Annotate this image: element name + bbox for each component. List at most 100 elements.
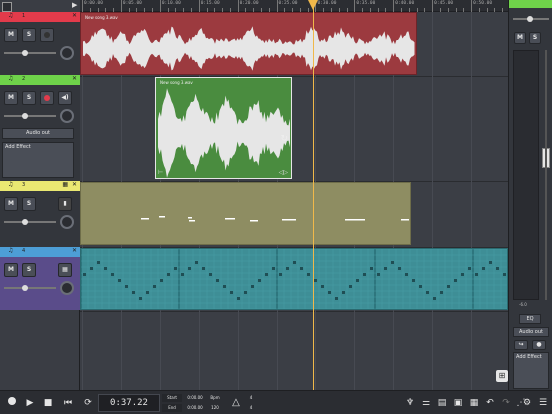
volume-slider[interactable] bbox=[4, 221, 56, 223]
mixer-icon[interactable]: ⚌ bbox=[418, 395, 434, 411]
midi-note[interactable] bbox=[405, 273, 408, 276]
midi-note[interactable] bbox=[167, 273, 170, 276]
solo-button[interactable]: S bbox=[22, 28, 36, 42]
midi-note[interactable] bbox=[118, 279, 121, 282]
track-color-strip[interactable]: ♫ 3 ▦ ✕ bbox=[0, 181, 80, 191]
collapse-arrow-icon[interactable]: ▶ bbox=[72, 1, 77, 9]
midi-note[interactable] bbox=[426, 291, 429, 294]
midi-note[interactable] bbox=[377, 273, 380, 276]
audio-output-button[interactable]: Audio out bbox=[2, 128, 74, 139]
instrument-button[interactable]: ▮ bbox=[58, 197, 72, 211]
midi-note[interactable] bbox=[335, 297, 338, 300]
close-icon[interactable]: ✕ bbox=[72, 75, 77, 82]
midi-note[interactable] bbox=[104, 267, 107, 270]
time-signature-bottom[interactable]: 4 bbox=[246, 404, 256, 412]
midi-note[interactable] bbox=[356, 279, 359, 282]
midi-note[interactable] bbox=[286, 267, 289, 270]
midi-note[interactable] bbox=[433, 297, 436, 300]
close-icon[interactable]: ✕ bbox=[72, 12, 77, 19]
start-value[interactable]: 0:00.00 bbox=[184, 394, 206, 402]
midi-note[interactable] bbox=[370, 267, 373, 270]
gear-icon[interactable]: ⚙ bbox=[519, 395, 535, 411]
track-color-strip[interactable]: ♫ 4 ✕ bbox=[0, 247, 80, 257]
midi-note[interactable] bbox=[489, 261, 492, 264]
redo-icon[interactable]: ↷ bbox=[498, 395, 514, 411]
midi-note[interactable] bbox=[216, 279, 219, 282]
midi-note[interactable] bbox=[153, 285, 156, 288]
mixer-toggle-icon[interactable]: ⊞ bbox=[496, 370, 508, 382]
send-button[interactable]: ↪ bbox=[514, 340, 528, 350]
stop-button[interactable]: ■ bbox=[40, 395, 56, 411]
mixer-output-button[interactable]: Audio out bbox=[513, 327, 549, 337]
drum-pad-button[interactable]: ▦ bbox=[58, 263, 72, 277]
volume-slider[interactable] bbox=[4, 115, 56, 117]
midi-note[interactable] bbox=[475, 273, 478, 276]
midi-note[interactable] bbox=[90, 267, 93, 270]
midi-note[interactable] bbox=[363, 273, 366, 276]
midi-note[interactable] bbox=[391, 261, 394, 264]
midi-note[interactable] bbox=[454, 279, 457, 282]
midi-note[interactable] bbox=[461, 273, 464, 276]
midi-note[interactable] bbox=[349, 285, 352, 288]
track-color-strip[interactable]: ♫ 2 ✕ bbox=[0, 75, 80, 85]
midi-note[interactable] bbox=[314, 279, 317, 282]
audio-clip-track-2[interactable]: New song 3.wav ↻ ◁▷ ⊢ bbox=[155, 77, 292, 179]
mixer-mute-button[interactable]: M bbox=[514, 32, 526, 44]
midi-note[interactable] bbox=[160, 279, 163, 282]
midi-note[interactable] bbox=[419, 285, 422, 288]
keyboard-icon[interactable]: ▦ bbox=[62, 181, 68, 188]
mute-button[interactable]: M bbox=[4, 263, 18, 277]
close-icon[interactable]: ✕ bbox=[72, 247, 77, 254]
tuner-icon[interactable]: ♆ bbox=[402, 395, 418, 411]
midi-clip-track-4[interactable] bbox=[80, 248, 508, 310]
play-button[interactable]: ▶ bbox=[22, 395, 38, 411]
midi-note[interactable] bbox=[272, 267, 275, 270]
midi-note[interactable] bbox=[223, 285, 226, 288]
mute-button[interactable]: M bbox=[4, 197, 18, 211]
midi-note[interactable] bbox=[230, 291, 233, 294]
midi-note[interactable] bbox=[174, 267, 177, 270]
eq-button[interactable]: EQ bbox=[519, 314, 541, 324]
midi-note[interactable] bbox=[342, 291, 345, 294]
rewind-button[interactable]: ⏮ bbox=[60, 395, 76, 411]
midi-note[interactable] bbox=[209, 273, 212, 276]
track-color-strip[interactable]: ♫ 1 ✕ bbox=[0, 12, 80, 22]
midi-note[interactable] bbox=[496, 267, 499, 270]
file-icon[interactable]: ▣ bbox=[450, 395, 466, 411]
playhead[interactable] bbox=[313, 8, 314, 390]
solo-button[interactable]: S bbox=[22, 263, 36, 277]
midi-note[interactable] bbox=[202, 267, 205, 270]
midi-note[interactable] bbox=[300, 267, 303, 270]
track-name[interactable]: 4 bbox=[22, 248, 25, 254]
midi-note[interactable] bbox=[97, 261, 100, 264]
solo-button[interactable]: S bbox=[22, 197, 36, 211]
solo-button[interactable]: S bbox=[22, 91, 36, 105]
midi-note[interactable] bbox=[244, 291, 247, 294]
pan-knob[interactable] bbox=[60, 46, 74, 60]
insert-button[interactable]: ● bbox=[532, 340, 546, 350]
track-header-4[interactable]: ♫ 4 ✕ M S ▦ bbox=[0, 247, 80, 310]
midi-note[interactable] bbox=[139, 297, 142, 300]
midi-note[interactable] bbox=[321, 285, 324, 288]
midi-note[interactable] bbox=[482, 267, 485, 270]
midi-note[interactable] bbox=[279, 273, 282, 276]
record-arm-button[interactable] bbox=[40, 91, 54, 105]
track-settings-icon[interactable]: ▦ bbox=[466, 395, 482, 411]
record-arm-button[interactable] bbox=[40, 28, 54, 42]
metronome-icon[interactable]: △ bbox=[228, 395, 244, 411]
midi-note[interactable] bbox=[83, 273, 86, 276]
loop-icon[interactable]: ↻ bbox=[280, 134, 288, 144]
mute-button[interactable]: M bbox=[4, 28, 18, 42]
mute-button[interactable]: M bbox=[4, 91, 18, 105]
time-signature-top[interactable]: 4 bbox=[246, 394, 256, 402]
midi-note[interactable] bbox=[258, 279, 261, 282]
midi-note[interactable] bbox=[398, 267, 401, 270]
midi-note[interactable] bbox=[468, 267, 471, 270]
mixer-add-effect-button[interactable]: Add Effect bbox=[513, 352, 549, 389]
midi-note[interactable] bbox=[111, 273, 114, 276]
midi-note[interactable] bbox=[132, 291, 135, 294]
volume-slider[interactable] bbox=[4, 287, 56, 289]
midi-note[interactable] bbox=[412, 279, 415, 282]
track-name[interactable]: 3 bbox=[22, 182, 25, 188]
midi-note[interactable] bbox=[384, 267, 387, 270]
